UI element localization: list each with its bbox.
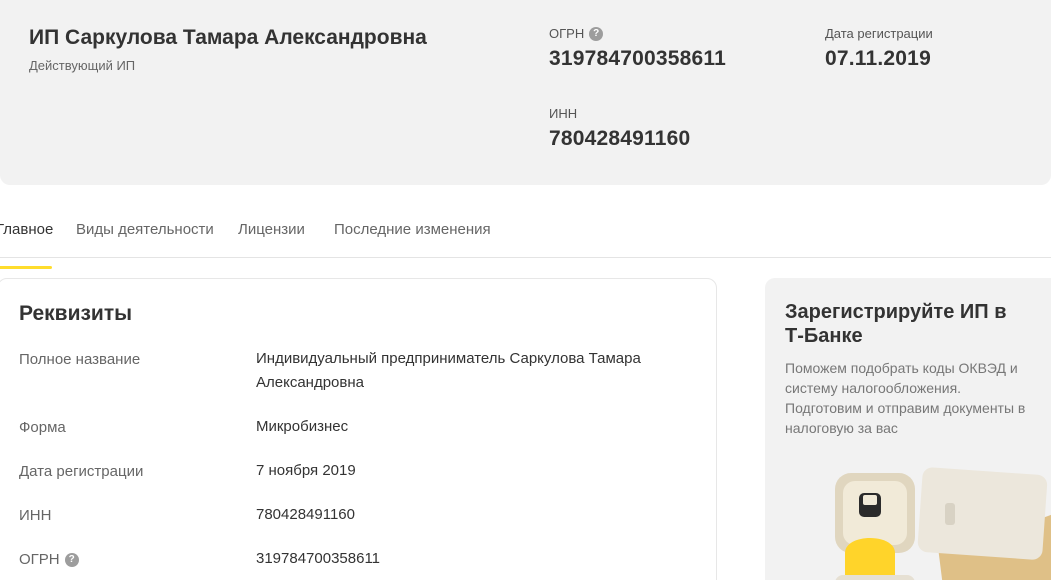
row-value-inn: 780428491160	[256, 506, 355, 523]
ogrn-label: ОГРН	[549, 26, 585, 41]
row-label-reg-date: Дата регистрации	[19, 463, 144, 480]
base-block	[835, 575, 915, 580]
tab-licenses[interactable]: Лицензии	[238, 221, 305, 258]
row-label-full-name: Полное название	[19, 351, 141, 368]
promo-card[interactable]: Зарегистрируйте ИП в Т-Банке Поможем под…	[765, 278, 1051, 580]
question-circle-icon[interactable]: ?	[589, 26, 604, 41]
row-label-ogrn: ОГРН ?	[19, 551, 79, 568]
promo-title: Зарегистрируйте ИП в Т-Банке	[785, 301, 1007, 347]
tab-main-label: Главное	[0, 221, 54, 238]
question-circle-icon[interactable]: ?	[64, 552, 79, 567]
row-value-full-name: Индивидуальный предприниматель Саркулова…	[256, 350, 641, 391]
inn-label: ИНН	[549, 106, 578, 121]
company-status: Действующий ИП	[29, 58, 136, 73]
promo-text: Поможем подобрать коды ОКВЭД и систему н…	[785, 360, 1026, 436]
inn-value: 780428491160	[549, 127, 691, 150]
reg-date-label: Дата регистрации	[825, 26, 933, 41]
company-header-card: ИП Саркулова Тамара Александровна Действ…	[0, 0, 1051, 185]
row-value-reg-date: 7 ноября 2019	[256, 462, 356, 479]
person-body	[845, 538, 895, 578]
company-name: ИП Саркулова Тамара Александровна	[29, 26, 427, 49]
ogrn-value: 319784700358611	[549, 47, 727, 70]
row-label-form: Форма	[19, 419, 66, 436]
tab-activities[interactable]: Виды деятельности	[76, 221, 214, 258]
row-label-inn: ИНН	[19, 507, 52, 524]
ogrn-label-group: ОГРН ?	[549, 26, 604, 41]
person-face	[863, 495, 877, 505]
tab-main[interactable]: Главное	[0, 221, 54, 269]
tab-bar: Главное Виды деятельности Лицензии После…	[0, 210, 1051, 269]
requisites-title: Реквизиты	[19, 302, 133, 325]
tab-recent-changes[interactable]: Последние изменения	[334, 221, 491, 258]
active-tab-indicator	[0, 266, 52, 269]
row-value-ogrn: 319784700358611	[256, 550, 381, 567]
reg-date-value: 07.11.2019	[825, 47, 931, 70]
requisites-card: Реквизиты Полное название Индивидуальный…	[0, 278, 717, 580]
page: ИП Саркулова Тамара Александровна Действ…	[0, 0, 1051, 580]
card-chip	[945, 503, 955, 525]
row-label-ogrn-text: ОГРН	[19, 551, 60, 568]
promo-illustration	[835, 467, 1051, 580]
card-shape	[917, 467, 1048, 560]
row-value-form: Микробизнес	[256, 418, 349, 435]
